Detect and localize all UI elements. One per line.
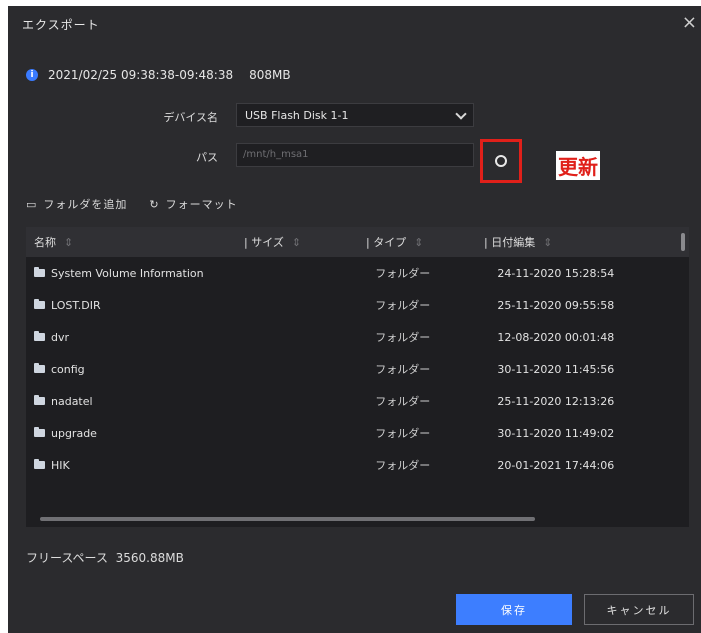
save-button[interactable]: 保存	[456, 594, 572, 625]
column-header-type[interactable]: | タイプ ⇕	[358, 234, 476, 250]
table-row[interactable]: HIK フォルダー 20-01-2021 17:44:06	[26, 449, 689, 481]
format-label: フォーマット	[165, 198, 238, 211]
refresh-icon	[495, 155, 507, 167]
close-icon[interactable]: ×	[682, 14, 697, 32]
folder-icon	[34, 459, 45, 469]
horizontal-scrollbar[interactable]	[40, 517, 535, 521]
folder-icon	[34, 395, 45, 405]
sort-icon: ⇕	[291, 236, 302, 249]
table-row[interactable]: dvr フォルダー 12-08-2020 00:01:48	[26, 321, 689, 353]
path-input[interactable]: /mnt/h_msa1	[236, 143, 474, 167]
path-label: パス	[196, 151, 218, 164]
add-folder-icon: ▭	[26, 198, 38, 211]
device-select[interactable]: USB Flash Disk 1-1	[236, 103, 474, 127]
free-space: フリースペース 3560.88MB	[26, 549, 184, 566]
file-table: 名称 ⇕ | サイズ ⇕ | タイプ ⇕ | 日付編集 ⇕ System Volume …	[26, 227, 689, 527]
cancel-button[interactable]: キャンセル	[584, 594, 694, 625]
info-icon: i	[26, 69, 38, 81]
free-space-value: 3560.88MB	[115, 551, 184, 565]
sort-icon: ⇕	[64, 236, 74, 249]
format-icon: ↻	[149, 198, 160, 211]
free-space-label: フリースペース	[26, 551, 108, 565]
refresh-annotation-label: 更新	[556, 151, 600, 180]
export-dialog: エクスポート × i 2021/02/25 09:38:38-09:48:38 …	[8, 6, 701, 633]
chevron-down-icon	[455, 107, 467, 120]
sort-icon: ⇕	[543, 236, 553, 249]
file-toolbar: ▭ フォルダを追加 ↻ フォーマット	[26, 196, 238, 212]
folder-icon	[34, 267, 45, 277]
export-size: 808MB	[249, 68, 291, 82]
table-row[interactable]: config フォルダー 30-11-2020 11:45:56	[26, 353, 689, 385]
column-header-date[interactable]: | 日付編集 ⇕	[476, 234, 674, 250]
folder-icon	[34, 427, 45, 437]
column-header-name[interactable]: 名称 ⇕	[26, 234, 236, 250]
table-row[interactable]: LOST.DIR フォルダー 25-11-2020 09:55:58	[26, 289, 689, 321]
folder-icon	[34, 363, 45, 373]
device-label: デバイス名	[163, 111, 218, 124]
folder-icon	[34, 299, 45, 309]
vertical-scrollbar[interactable]	[681, 233, 685, 251]
dialog-title: エクスポート	[22, 18, 100, 32]
device-select-value: USB Flash Disk 1-1	[245, 108, 349, 122]
column-header-size[interactable]: | サイズ ⇕	[236, 234, 358, 250]
table-row[interactable]: upgrade フォルダー 30-11-2020 11:49:02	[26, 417, 689, 449]
table-row[interactable]: nadatel フォルダー 25-11-2020 12:13:26	[26, 385, 689, 417]
table-header: 名称 ⇕ | サイズ ⇕ | タイプ ⇕ | 日付編集 ⇕	[26, 227, 689, 257]
time-range: 2021/02/25 09:38:38-09:48:38	[48, 68, 234, 82]
add-folder-button[interactable]: ▭ フォルダを追加	[26, 196, 127, 212]
folder-icon	[34, 331, 45, 341]
format-button[interactable]: ↻ フォーマット	[149, 196, 237, 212]
refresh-button[interactable]	[480, 139, 522, 183]
export-info: i 2021/02/25 09:38:38-09:48:38 808MB	[26, 68, 291, 82]
sort-icon: ⇕	[414, 236, 424, 249]
add-folder-label: フォルダを追加	[43, 198, 128, 211]
table-row[interactable]: System Volume Information フォルダー 24-11-20…	[26, 257, 689, 289]
